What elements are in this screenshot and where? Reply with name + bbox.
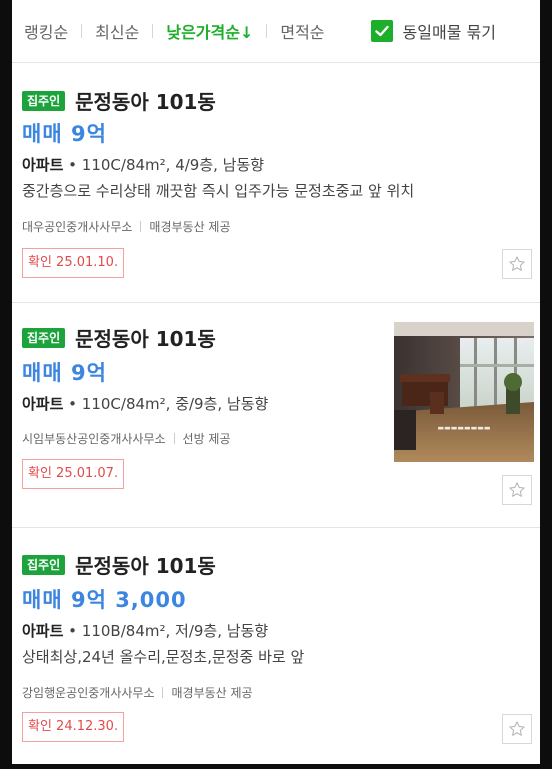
listing-description: 중간층으로 수리상태 깨끗함 즉시 입주가능 문정초중교 앞 위치: [22, 182, 415, 200]
listing-price: 매매 9억: [22, 122, 107, 146]
listing-title[interactable]: 문정동아 101동: [75, 550, 216, 579]
agency-divider: [140, 221, 142, 232]
data-provider: 매경부동산 제공: [171, 686, 253, 700]
favorite-button[interactable]: [502, 714, 532, 744]
listing-title-row: 집주인 문정동아 101동: [22, 86, 216, 115]
agency-divider: [162, 687, 164, 698]
star-outline-icon: [509, 256, 525, 271]
listing-description: 상태최상,24년 올수리,문정초,문정중 바로 앞: [22, 648, 305, 666]
confirm-date-badge: 확인 25.01.10.: [22, 248, 125, 278]
sort-bar: 랭킹순 최신순 낮은가격순↓ 면적순 동일매물 묶기: [12, 0, 540, 63]
apartment-interior-photo: ▬▬▬▬▬▬▬▬: [394, 322, 534, 462]
group-same-listings-toggle[interactable]: 동일매물 묶기: [370, 19, 496, 43]
listing-price: 매매 9억 3,000: [22, 588, 187, 612]
sort-ranking[interactable]: 랭킹순: [24, 19, 68, 43]
listing-card[interactable]: 집주인 문정동아 101동 매매 9억 아파트 • 110C/84m², 4/9…: [12, 64, 540, 303]
listing-card[interactable]: 집주인 문정동아 101동 매매 9억 아파트 • 110C/84m², 중/9…: [12, 303, 540, 528]
favorite-button[interactable]: [502, 249, 532, 279]
listing-price: 매매 9억: [22, 361, 107, 385]
listing-spec: 아파트 • 110C/84m², 4/9층, 남동향: [22, 156, 265, 174]
listing-card[interactable]: 집주인 문정동아 101동 매매 9억 3,000 아파트 • 110B/84m…: [12, 528, 540, 764]
agency-name: 강임행운공인중개사사무소: [22, 686, 155, 700]
property-type: 아파트: [22, 395, 64, 413]
property-type: 아파트: [22, 622, 64, 640]
listing-spec: 아파트 • 110B/84m², 저/9층, 남동향: [22, 622, 269, 640]
group-same-listings-label: 동일매물 묶기: [402, 23, 496, 42]
sort-divider: [266, 24, 268, 38]
listing-spec-detail: 110C/84m², 4/9층, 남동향: [81, 156, 265, 174]
sort-latest[interactable]: 최신순: [95, 19, 139, 43]
listing-spec-detail: 110C/84m², 중/9층, 남동향: [81, 395, 269, 413]
property-type: 아파트: [22, 156, 64, 174]
check-icon[interactable]: [370, 20, 393, 42]
listing-title[interactable]: 문정동아 101동: [75, 86, 216, 115]
listing-spec-detail: 110B/84m², 저/9층, 남동향: [81, 622, 269, 640]
listing-agency: 강임행운공인중개사사무소 매경부동산 제공: [22, 684, 253, 701]
confirm-date-badge: 확인 25.01.07.: [22, 459, 125, 489]
confirm-date-badge: 확인 24.12.30.: [22, 712, 125, 742]
listing-photo[interactable]: ▬▬▬▬▬▬▬▬: [394, 322, 534, 462]
sort-divider: [81, 24, 83, 38]
owner-badge: 집주인: [22, 90, 66, 111]
listing-title-row: 집주인 문정동아 101동: [22, 550, 216, 579]
sort-divider: [152, 24, 154, 38]
sort-area[interactable]: 면적순: [280, 19, 324, 43]
listing-agency: 시임부동산공인중개사사무소 선방 제공: [22, 430, 231, 447]
sort-low-price[interactable]: 낮은가격순↓: [166, 19, 253, 43]
listing-title-row: 집주인 문정동아 101동: [22, 323, 216, 352]
star-outline-icon: [509, 721, 525, 736]
owner-badge: 집주인: [22, 327, 66, 348]
listing-spec: 아파트 • 110C/84m², 중/9층, 남동향: [22, 395, 269, 413]
favorite-button[interactable]: [502, 475, 532, 505]
star-outline-icon: [509, 482, 525, 497]
agency-divider: [173, 433, 175, 444]
listing-panel: 랭킹순 최신순 낮은가격순↓ 면적순 동일매물 묶기 집주인 문정동아 101동…: [12, 0, 540, 764]
svg-text:▬▬▬▬▬▬▬▬: ▬▬▬▬▬▬▬▬: [438, 424, 491, 432]
agency-name: 시임부동산공인중개사사무소: [22, 432, 166, 446]
data-provider: 선방 제공: [182, 432, 231, 446]
owner-badge: 집주인: [22, 554, 66, 575]
listing-title[interactable]: 문정동아 101동: [75, 323, 216, 352]
listing-agency: 대우공인중개사사무소 매경부동산 제공: [22, 218, 231, 235]
data-provider: 매경부동산 제공: [149, 220, 231, 234]
agency-name: 대우공인중개사사무소: [22, 220, 133, 234]
